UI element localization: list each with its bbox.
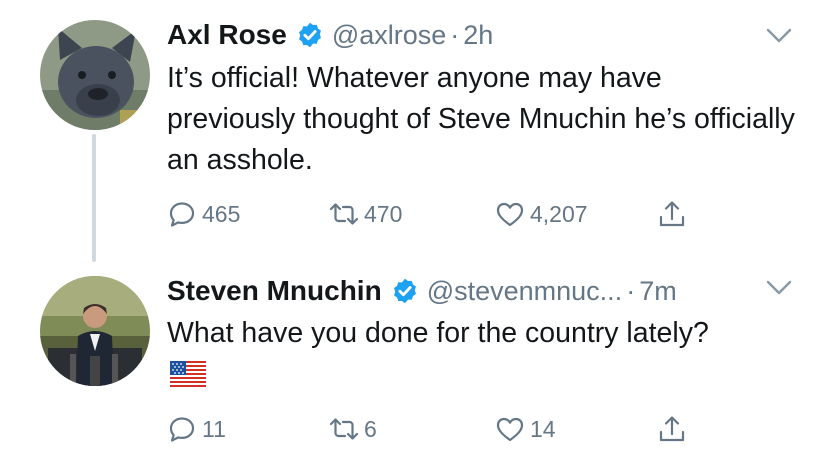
tweet-header: Steven Mnuchin @stevenmnuc... · 7m — [167, 273, 677, 309]
tweet-text: It’s official! Whatever anyone may have … — [167, 62, 795, 176]
tweet-header: Axl Rose @axlrose · 2h — [167, 17, 493, 53]
like-button[interactable]: 4,207 — [495, 197, 588, 231]
person-avatar-image — [40, 276, 150, 386]
retweet-count: 6 — [364, 415, 377, 442]
timestamp[interactable]: 7m — [639, 276, 677, 307]
separator-dot: · — [450, 19, 460, 50]
retweet-button[interactable]: 6 — [329, 412, 377, 446]
reply-icon — [169, 202, 195, 227]
reply-button[interactable]: 11 — [167, 412, 226, 446]
like-icon — [496, 202, 524, 227]
verified-badge-icon — [298, 22, 321, 48]
like-button[interactable]: 14 — [495, 412, 556, 446]
tweet-text: What have you done for the country latel… — [167, 317, 709, 349]
reply-button[interactable]: 465 — [167, 197, 240, 231]
avatar[interactable] — [40, 276, 150, 386]
like-count: 4,207 — [530, 200, 588, 227]
chevron-down-icon[interactable] — [766, 28, 792, 44]
reply-count: 465 — [202, 200, 241, 227]
verified-badge-icon — [393, 278, 416, 304]
chevron-down-icon[interactable] — [766, 280, 792, 296]
handle[interactable]: @axlrose — [332, 20, 446, 51]
like-count: 14 — [530, 415, 556, 442]
separator-dot: · — [626, 275, 636, 306]
share-button[interactable] — [657, 412, 687, 446]
tweet-axl-rose[interactable]: Axl Rose @axlrose · 2h It’s official! Wh… — [0, 0, 828, 262]
retweet-icon — [329, 203, 359, 225]
handle[interactable]: @stevenmnuc... — [427, 276, 623, 307]
reply-count: 11 — [202, 415, 226, 442]
tweet-steven-mnuchin[interactable]: Steven Mnuchin @stevenmnuc... · 7m What … — [0, 258, 828, 471]
retweet-count: 470 — [364, 200, 403, 227]
display-name[interactable]: Axl Rose — [167, 19, 287, 51]
share-icon — [659, 416, 685, 442]
us-flag-emoji — [170, 361, 206, 387]
action-bar: 11 6 14 — [167, 412, 707, 446]
dog-avatar-image — [40, 20, 150, 130]
share-button[interactable] — [657, 197, 687, 231]
avatar[interactable] — [40, 20, 150, 130]
like-icon — [496, 417, 524, 442]
retweet-icon — [329, 418, 359, 440]
thread-connector — [92, 134, 96, 262]
display-name[interactable]: Steven Mnuchin — [167, 275, 382, 307]
timestamp[interactable]: 2h — [463, 20, 493, 51]
retweet-button[interactable]: 470 — [329, 197, 402, 231]
reply-icon — [169, 417, 195, 442]
share-icon — [659, 201, 685, 227]
action-bar: 465 470 4,207 — [167, 197, 707, 231]
